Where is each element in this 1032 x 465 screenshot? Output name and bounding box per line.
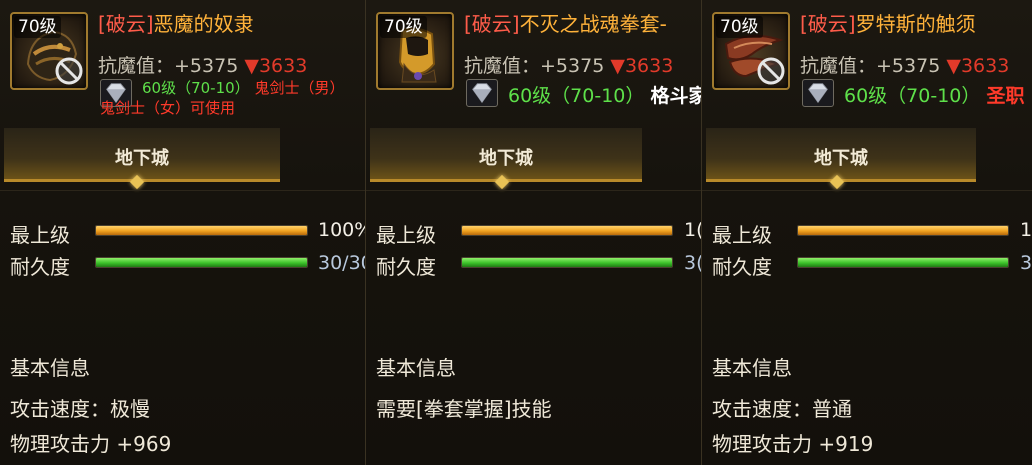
required-level: 60级（70-10） bbox=[142, 79, 250, 97]
divider bbox=[0, 190, 365, 191]
grade-bar bbox=[797, 225, 1009, 236]
resist-down-value: 3633 bbox=[258, 55, 308, 77]
required-class: 鬼剑士（男） bbox=[254, 79, 345, 97]
resist-row: 抗魔值：+5375 ▼3633 bbox=[464, 51, 673, 78]
resist-label: 抗魔值： bbox=[464, 55, 541, 77]
resist-down-arrow: ▼ bbox=[946, 55, 961, 77]
basic-info-heading: 基本信息 bbox=[712, 356, 792, 380]
item-tooltip-panels: 70级 [破云]恶魔的奴隶 抗魔值：+5375 ▼3633 60级（70-10）… bbox=[0, 0, 1032, 465]
grade-bar-fill bbox=[798, 226, 1008, 235]
resist-value: +5375 bbox=[876, 55, 941, 77]
grade-label: 最上级 bbox=[10, 223, 70, 247]
no-use-icon bbox=[55, 57, 83, 85]
item-title: [破云]恶魔的奴隶 bbox=[98, 8, 254, 37]
item-title-prefix: [破云] bbox=[800, 12, 856, 36]
grade-bar-fill bbox=[96, 226, 307, 235]
required-level: 60级（70-10） bbox=[508, 85, 645, 107]
basic-info-heading: 基本信息 bbox=[376, 356, 456, 380]
resist-value: +5375 bbox=[540, 55, 605, 77]
diamond-gem-icon bbox=[802, 79, 834, 107]
durability-bar bbox=[461, 257, 673, 268]
divider bbox=[366, 190, 701, 191]
no-use-icon bbox=[757, 57, 785, 85]
grade-bar-fill bbox=[462, 226, 672, 235]
item-header: 70级 [破云]罗特斯的触须 抗魔值：+5375 ▼3633 60级（70-10… bbox=[702, 0, 1032, 118]
resist-down-arrow: ▼ bbox=[610, 55, 625, 77]
divider bbox=[702, 190, 1032, 191]
requirement-block: 60级（70-10） 格斗家 bbox=[508, 81, 702, 108]
item-icon[interactable]: 70级 bbox=[376, 12, 454, 90]
resist-down-value: 3633 bbox=[960, 55, 1010, 77]
tab-dungeon-label: 地下城 bbox=[115, 148, 169, 169]
tab-dungeon[interactable]: 地下城 bbox=[4, 128, 280, 182]
item-title: [破云]罗特斯的触须 bbox=[800, 8, 976, 37]
durability-value: 30/30 bbox=[318, 252, 365, 274]
grade-label: 最上级 bbox=[712, 223, 772, 247]
tab-dungeon-label: 地下城 bbox=[814, 148, 868, 169]
grade-value: 1( bbox=[1020, 219, 1032, 241]
item-title: [破云]不灭之战魂拳套- bbox=[464, 8, 667, 37]
durability-bar-fill bbox=[96, 258, 307, 267]
required-class: 格斗家 bbox=[650, 85, 702, 107]
required-class: 圣职 bbox=[986, 85, 1025, 107]
item-tooltip-1: 70级 [破云]恶魔的奴隶 抗魔值：+5375 ▼3633 60级（70-10）… bbox=[0, 0, 366, 465]
grade-value: 1( bbox=[684, 219, 702, 241]
resist-label: 抗魔值： bbox=[800, 55, 877, 77]
resist-down-arrow: ▼ bbox=[244, 55, 259, 77]
info-line-1: 攻击速度：普通 bbox=[712, 397, 852, 421]
grade-bar bbox=[461, 225, 673, 236]
item-header: 70级 [破云]恶魔的奴隶 抗魔值：+5375 ▼3633 60级（70-10）… bbox=[0, 0, 365, 118]
durability-label: 耐久度 bbox=[376, 255, 436, 279]
grade-bar bbox=[95, 225, 308, 236]
item-title-name: 不灭之战魂拳套- bbox=[519, 12, 667, 36]
item-icon[interactable]: 70级 bbox=[10, 12, 88, 90]
item-title-prefix: [破云] bbox=[98, 12, 154, 36]
durability-label: 耐久度 bbox=[712, 255, 772, 279]
grade-value: 100% bbox=[318, 219, 365, 241]
durability-value: 3( bbox=[1020, 252, 1032, 274]
info-line-1: 需要[拳套掌握]技能 bbox=[376, 397, 552, 421]
info-line-2: 物理攻击力 +919 bbox=[712, 432, 874, 456]
basic-info-heading: 基本信息 bbox=[10, 356, 90, 380]
info-line-2: 物理攻击力 +969 bbox=[10, 432, 172, 456]
diamond-gem-icon bbox=[466, 79, 498, 107]
tab-dungeon[interactable]: 地下城 bbox=[370, 128, 642, 182]
resist-label: 抗魔值： bbox=[98, 55, 175, 77]
resist-row: 抗魔值：+5375 ▼3633 bbox=[98, 51, 307, 78]
durability-value: 3( bbox=[684, 252, 702, 274]
grade-label: 最上级 bbox=[376, 223, 436, 247]
resist-value: +5375 bbox=[174, 55, 239, 77]
required-level: 60级（70-10） bbox=[844, 85, 981, 107]
durability-bar bbox=[797, 257, 1009, 268]
durability-bar-fill bbox=[798, 258, 1008, 267]
requirement-block: 60级（70-10） 圣职 bbox=[844, 81, 1024, 108]
item-title-name: 恶魔的奴隶 bbox=[153, 12, 254, 36]
item-title-prefix: [破云] bbox=[464, 12, 520, 36]
item-level-tag: 70级 bbox=[380, 16, 427, 38]
item-icon[interactable]: 70级 bbox=[712, 12, 790, 90]
item-title-name: 罗特斯的触须 bbox=[855, 12, 976, 36]
info-line-1: 攻击速度：极慢 bbox=[10, 397, 150, 421]
required-class-2: 鬼剑士（女）可使用 bbox=[100, 99, 236, 117]
item-tooltip-2: 70级 [破云]不灭之战魂拳套- 抗魔值：+5375 ▼3633 60级（70-… bbox=[366, 0, 702, 465]
item-level-tag: 70级 bbox=[14, 16, 61, 38]
resist-row: 抗魔值：+5375 ▼3633 bbox=[800, 51, 1009, 78]
durability-label: 耐久度 bbox=[10, 255, 70, 279]
tab-dungeon[interactable]: 地下城 bbox=[706, 128, 976, 182]
tab-dungeon-label: 地下城 bbox=[479, 148, 533, 169]
item-level-tag: 70级 bbox=[716, 16, 763, 38]
item-tooltip-3: 70级 [破云]罗特斯的触须 抗魔值：+5375 ▼3633 60级（70-10… bbox=[702, 0, 1032, 465]
requirement-block: 60级（70-10） 鬼剑士（男） 鬼剑士（女）可使用 bbox=[100, 78, 345, 118]
durability-bar bbox=[95, 257, 308, 268]
item-header: 70级 [破云]不灭之战魂拳套- 抗魔值：+5375 ▼3633 60级（70-… bbox=[366, 0, 701, 118]
durability-bar-fill bbox=[462, 258, 672, 267]
resist-down-value: 3633 bbox=[624, 55, 674, 77]
